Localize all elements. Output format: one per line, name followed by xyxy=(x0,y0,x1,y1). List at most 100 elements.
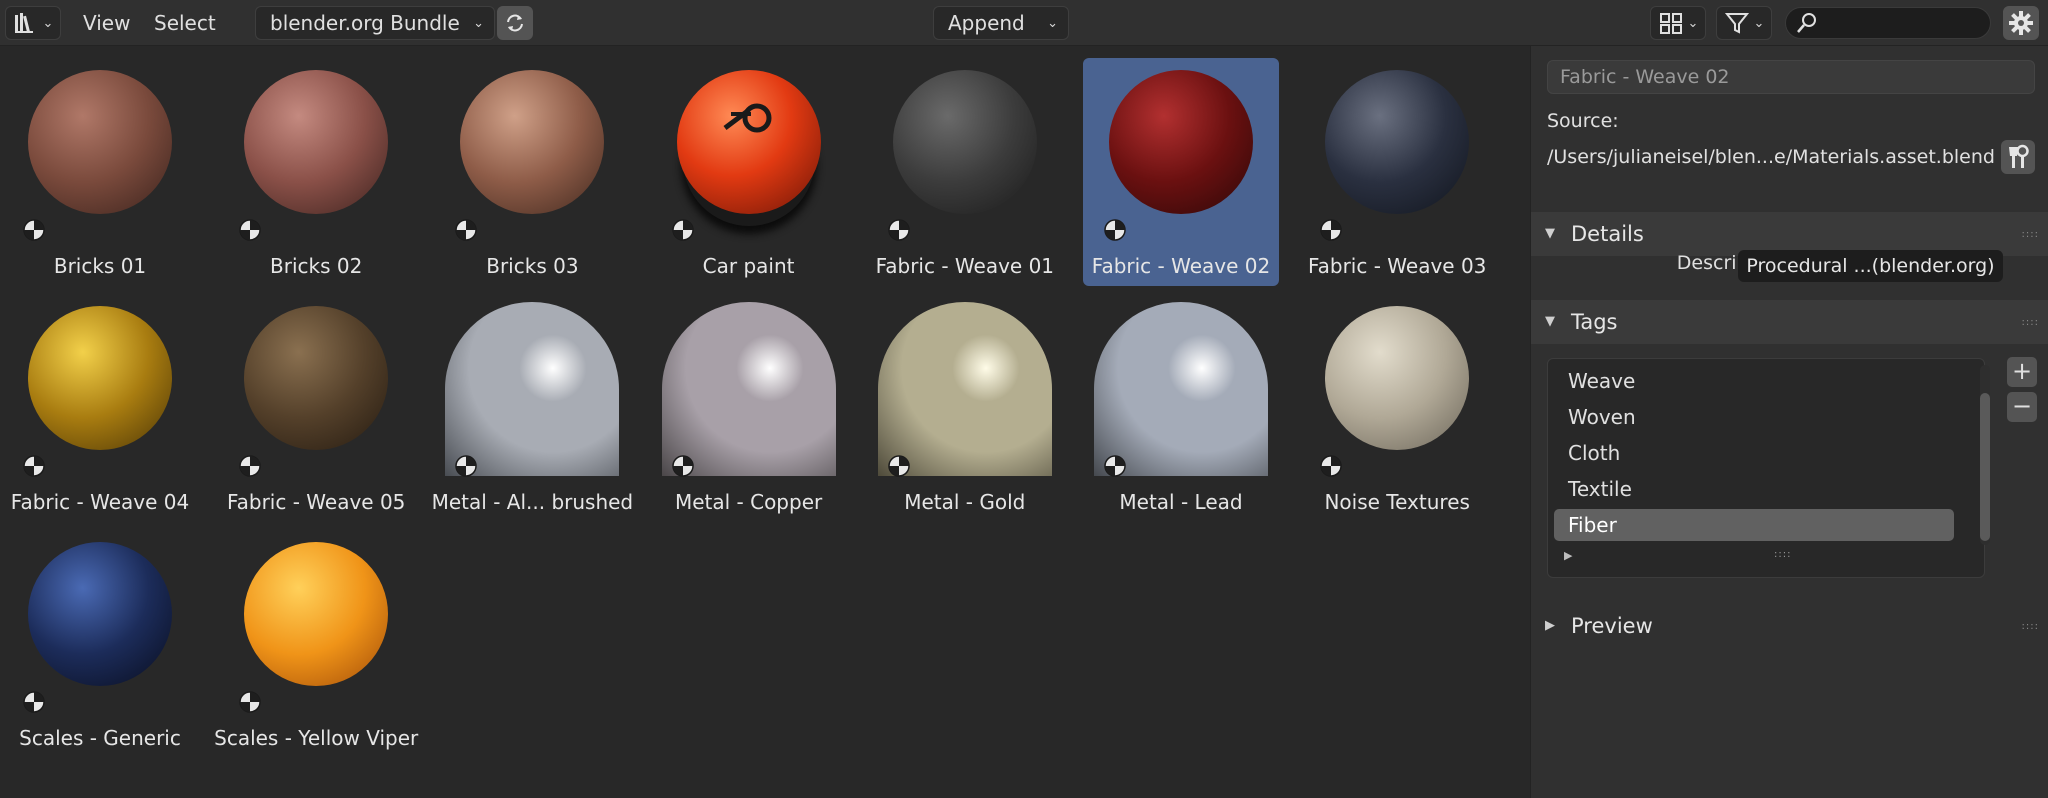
tag-item[interactable]: Cloth xyxy=(1554,437,1954,469)
asset-thumbnail xyxy=(240,538,392,690)
asset-tile[interactable]: Fabric - Weave 05 xyxy=(218,294,414,522)
material-preview xyxy=(892,70,1037,214)
material-preview xyxy=(244,70,389,214)
asset-thumbnail xyxy=(1321,66,1473,218)
gear-icon xyxy=(2009,11,2033,35)
asset-thumbnail xyxy=(661,302,836,476)
drag-grip-icon[interactable]: :::: xyxy=(2022,229,2039,240)
remove-tag-button[interactable]: − xyxy=(2007,392,2037,422)
asset-tile[interactable]: Fabric - Weave 01 xyxy=(867,58,1063,286)
asset-thumbnail xyxy=(1094,302,1268,476)
drag-grip-icon[interactable]: :::: xyxy=(2022,317,2039,328)
asset-label: Bricks 01 xyxy=(53,254,147,278)
asset-tile[interactable]: Metal - Al... brushed xyxy=(432,294,633,522)
tag-item[interactable]: Textile xyxy=(1554,473,1954,505)
preferences-button[interactable] xyxy=(2003,6,2039,40)
asset-tile[interactable]: Scales - Yellow Viper xyxy=(214,530,418,758)
asset-tile[interactable]: Metal - Lead xyxy=(1083,294,1279,522)
asset-thumbnail xyxy=(456,66,608,218)
asset-thumbnail xyxy=(877,302,1052,476)
material-preview xyxy=(460,70,605,214)
import-method-value: Append xyxy=(948,11,1025,35)
asset-tile[interactable]: Bricks 02 xyxy=(218,58,414,286)
asset-thumbnail xyxy=(673,66,825,218)
asset-tile[interactable]: Bricks 03 xyxy=(434,58,630,286)
material-preview xyxy=(877,302,1052,476)
material-type-icon xyxy=(1320,455,1342,477)
display-mode-button[interactable]: ⌄ xyxy=(1650,6,1706,40)
open-blend-file-button[interactable] xyxy=(2001,140,2035,174)
asset-tile[interactable]: Metal - Copper xyxy=(651,294,847,522)
collapsed-triangle-icon[interactable]: ▶ xyxy=(1564,549,1572,562)
asset-label: Scales - Generic xyxy=(19,726,181,750)
asset-tile[interactable]: Noise Textures xyxy=(1299,294,1495,522)
preview-section-header[interactable]: ▶ Preview :::: xyxy=(1531,604,2048,648)
tags-scrollbar-thumb[interactable] xyxy=(1980,393,1990,541)
asset-label: Fabric - Weave 03 xyxy=(1307,254,1487,278)
asset-label: Bricks 02 xyxy=(270,254,363,278)
editor-type-button[interactable]: ⌄ xyxy=(5,6,61,40)
asset-label: Bricks 03 xyxy=(486,254,579,278)
asset-label: Noise Textures xyxy=(1324,490,1470,514)
asset-tile[interactable]: Fabric - Weave 04 xyxy=(2,294,198,522)
material-type-icon xyxy=(1320,219,1342,241)
asset-sidebar: Fabric - Weave 02 Source: /Users/juliane… xyxy=(1530,46,2048,798)
collapsed-triangle-icon: ▶ xyxy=(1545,618,1555,633)
filter-button[interactable]: ⌄ xyxy=(1716,6,1772,40)
tag-item-active[interactable]: Fiber xyxy=(1554,509,1954,541)
tag-item[interactable]: Woven xyxy=(1554,401,1954,433)
tags-title: Tags xyxy=(1571,310,1618,334)
asset-tile[interactable]: Fabric - Weave 02 xyxy=(1083,58,1279,286)
tags-list: Weave Woven Cloth Textile Fiber ▶ :::: xyxy=(1547,358,1990,578)
add-tag-button[interactable]: + xyxy=(2007,357,2037,387)
asset-tile[interactable]: Metal - Gold xyxy=(867,294,1063,522)
material-type-icon xyxy=(239,691,261,713)
material-preview xyxy=(1325,306,1470,450)
material-type-icon xyxy=(23,219,45,241)
search-input[interactable] xyxy=(1785,7,1991,39)
expanded-triangle-icon: ▼ xyxy=(1545,314,1555,329)
filter-icon xyxy=(1724,13,1749,34)
source-path: /Users/julianeisel/blen...e/Materials.as… xyxy=(1547,146,1995,168)
refresh-library-button[interactable] xyxy=(497,6,533,40)
material-type-icon xyxy=(1104,219,1126,241)
drag-grip-icon[interactable]: :::: xyxy=(2022,621,2039,632)
material-type-icon xyxy=(23,691,45,713)
material-preview xyxy=(661,302,836,476)
asset-thumbnail xyxy=(24,302,176,454)
chevron-down-icon: ⌄ xyxy=(473,15,484,31)
expanded-triangle-icon: ▼ xyxy=(1545,226,1555,241)
material-type-icon xyxy=(1104,455,1126,477)
asset-library-dropdown[interactable]: blender.org Bundle ⌄ xyxy=(255,6,495,40)
preview-title: Preview xyxy=(1571,614,1653,638)
resize-grip-icon[interactable]: :::: xyxy=(1774,549,1791,560)
asset-label: Metal - Copper xyxy=(674,490,823,514)
asset-grid: Bricks 01 Bricks 02 Bricks 03 Car paint Fabr… xyxy=(0,46,1530,798)
material-type-icon xyxy=(671,455,694,477)
asset-label: Metal - Al... brushed xyxy=(431,490,634,514)
asset-label: Fabric - Weave 01 xyxy=(875,254,1055,278)
asset-thumbnail xyxy=(1321,302,1473,454)
tag-item[interactable]: Weave xyxy=(1554,365,1954,397)
material-preview xyxy=(244,542,389,686)
import-method-dropdown[interactable]: Append ⌄ xyxy=(933,6,1069,40)
description-field[interactable]: Procedural ...(blender.org) xyxy=(1738,250,2003,282)
chevron-down-icon: ⌄ xyxy=(1687,15,1699,31)
material-preview xyxy=(244,306,389,450)
tags-section-header[interactable]: ▼ Tags :::: xyxy=(1531,300,2048,344)
asset-thumbnail xyxy=(240,302,392,454)
asset-thumbnail xyxy=(1105,66,1257,218)
material-type-icon xyxy=(671,219,694,241)
blender-logo-icon xyxy=(723,103,772,133)
asset-tile[interactable]: Car paint xyxy=(651,58,847,286)
menu-view[interactable]: View xyxy=(83,0,130,46)
asset-thumbnail xyxy=(240,66,392,218)
asset-label: Car paint xyxy=(702,254,795,278)
menu-select[interactable]: Select xyxy=(154,0,216,46)
file-browser-header: ⌄ View Select blender.org Bundle ⌄ Appen… xyxy=(0,0,2048,46)
asset-tile[interactable]: Scales - Generic xyxy=(2,530,198,758)
asset-tile[interactable]: Fabric - Weave 03 xyxy=(1299,58,1495,286)
asset-tile[interactable]: Bricks 01 xyxy=(2,58,198,286)
asset-name-field[interactable]: Fabric - Weave 02 xyxy=(1547,60,2035,94)
asset-thumbnail xyxy=(24,66,176,218)
